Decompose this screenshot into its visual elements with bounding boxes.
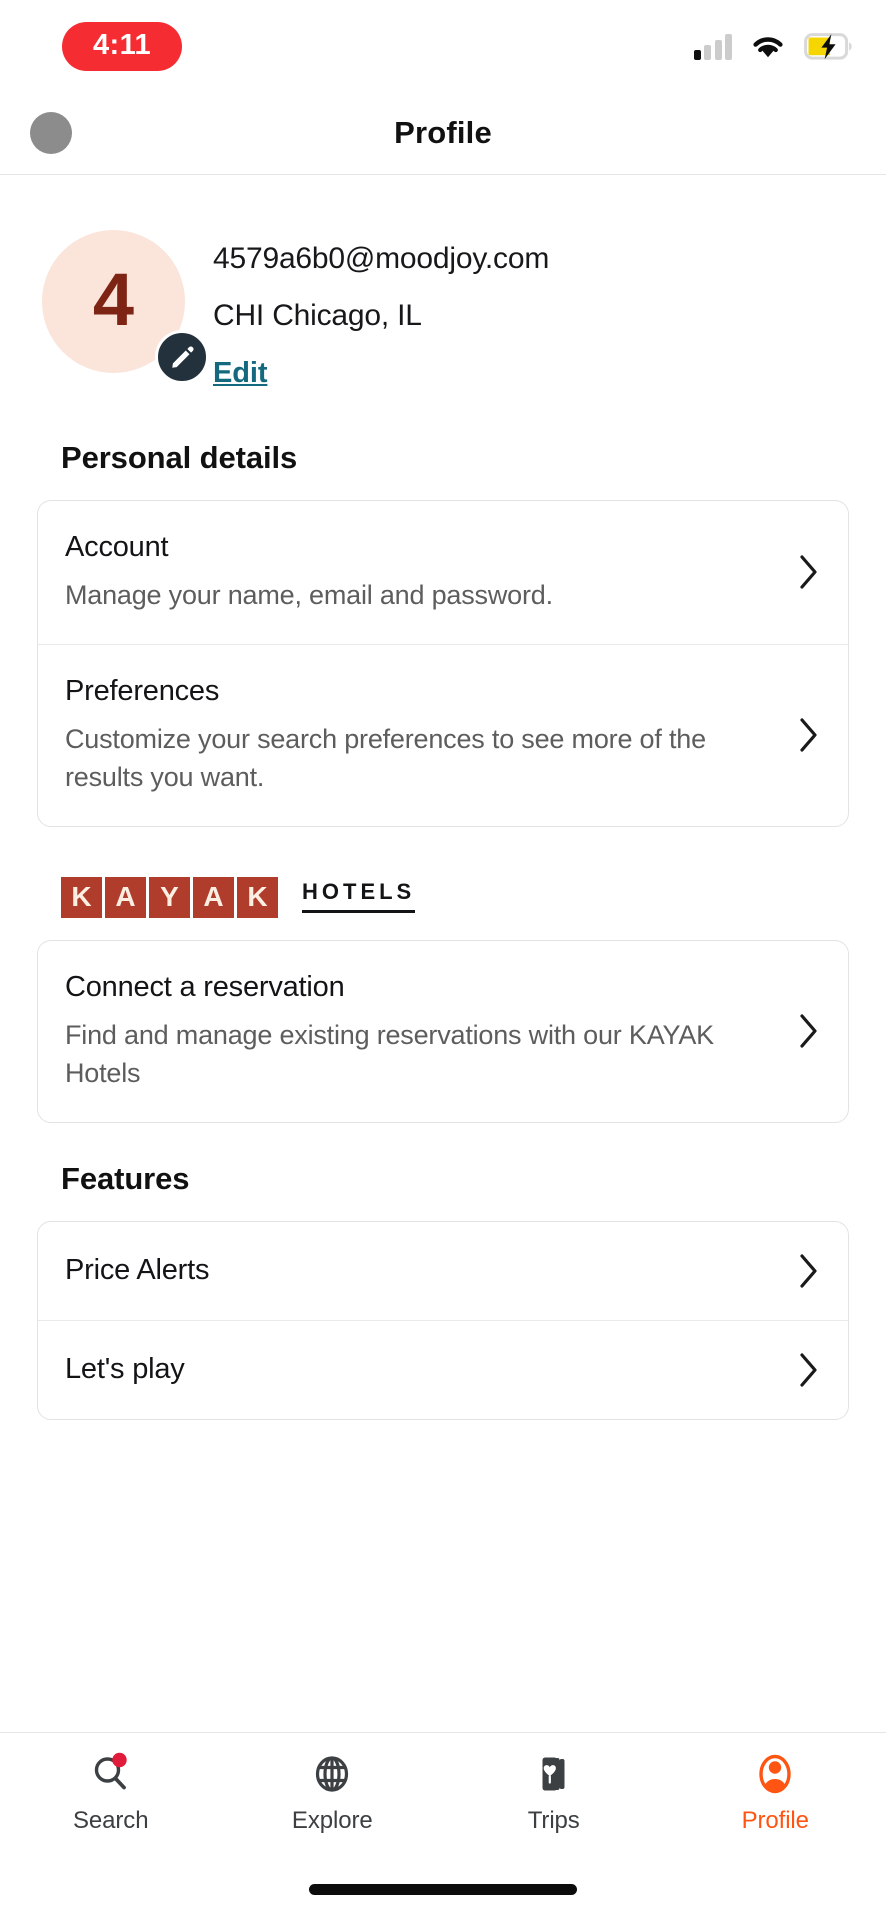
- kayak-tile: A: [193, 876, 234, 918]
- profile-summary: 4 4579a6b0@moodjoy.com CHI Chicago, IL E…: [37, 175, 849, 402]
- tab-trips[interactable]: Trips: [443, 1750, 665, 1835]
- home-indicator-area: [0, 1858, 886, 1920]
- row-subtitle: Find and manage existing reservations wi…: [65, 1020, 714, 1089]
- kayak-tile: K: [61, 876, 102, 918]
- row-text: Price Alerts: [65, 1253, 796, 1288]
- tab-label: Trips: [527, 1807, 580, 1834]
- row-title: Price Alerts: [65, 1254, 210, 1287]
- chevron-right-icon: [796, 1011, 822, 1051]
- avatar-initial: 4: [92, 257, 135, 341]
- pencil-icon: [171, 345, 194, 368]
- search-icon: [89, 1750, 133, 1798]
- battery-charging-icon: [804, 32, 852, 60]
- row-subtitle: Manage your name, email and password.: [65, 580, 553, 611]
- personal-details-card: Account Manage your name, email and pass…: [37, 500, 849, 827]
- kayak-tile: Y: [149, 876, 190, 918]
- row-text: Let's play: [65, 1352, 796, 1387]
- row-account[interactable]: Account Manage your name, email and pass…: [38, 501, 848, 644]
- chevron-right-icon: [796, 1251, 822, 1291]
- tab-search[interactable]: Search: [0, 1750, 222, 1835]
- profile-email: 4579a6b0@moodjoy.com: [213, 242, 550, 275]
- wifi-icon: [753, 37, 783, 58]
- scroll-content: 4 4579a6b0@moodjoy.com CHI Chicago, IL E…: [0, 175, 886, 1732]
- kayak-tile: A: [105, 876, 146, 918]
- chevron-right-icon: [796, 715, 822, 755]
- bottom-tab-bar: Search Explore Trips Profile: [0, 1732, 886, 1858]
- row-preferences[interactable]: Preferences Customize your search prefer…: [38, 643, 848, 826]
- edit-profile-link[interactable]: Edit: [213, 357, 267, 390]
- profile-location: CHI Chicago, IL: [213, 299, 422, 332]
- tab-label: Profile: [741, 1807, 809, 1834]
- kayak-hotels-card: Connect a reservation Find and manage ex…: [37, 939, 849, 1123]
- nav-header: Profile: [0, 92, 886, 175]
- row-lets-play[interactable]: Let's play: [38, 1319, 848, 1419]
- home-indicator[interactable]: [309, 1883, 577, 1895]
- kayak-hotels-logo: K A Y A K HOTELS: [61, 876, 849, 918]
- features-card: Price Alerts Let's play: [37, 1220, 849, 1420]
- row-subtitle: Customize your search preferences to see…: [65, 724, 706, 793]
- row-price-alerts[interactable]: Price Alerts: [38, 1222, 848, 1320]
- row-connect-reservation[interactable]: Connect a reservation Find and manage ex…: [38, 941, 848, 1122]
- kayak-hotels-wordmark: HOTELS: [302, 881, 416, 914]
- kayak-logo-tiles: K A Y A K: [61, 876, 278, 918]
- profile-meta: 4579a6b0@moodjoy.com CHI Chicago, IL Edi…: [213, 230, 549, 390]
- tab-explore[interactable]: Explore: [222, 1750, 444, 1835]
- row-text: Account Manage your name, email and pass…: [65, 530, 796, 615]
- cellular-signal-icon: [693, 33, 732, 60]
- profile-avatar-wrap: 4: [37, 230, 213, 384]
- globe-icon: [310, 1750, 354, 1798]
- personal-details-heading: Personal details: [61, 440, 298, 475]
- edit-avatar-button[interactable]: [155, 330, 209, 384]
- tab-profile[interactable]: Profile: [665, 1750, 886, 1835]
- row-text: Preferences Customize your search prefer…: [65, 674, 796, 797]
- chevron-right-icon: [796, 552, 822, 592]
- row-title: Preferences: [65, 674, 220, 707]
- features-heading: Features: [61, 1160, 190, 1196]
- kayak-tile: K: [237, 876, 278, 918]
- status-time: 4:11: [62, 21, 183, 71]
- status-indicators: [693, 32, 853, 60]
- tab-label: Search: [73, 1807, 149, 1834]
- row-title: Account: [65, 531, 169, 563]
- cards-heart-icon: [532, 1750, 576, 1798]
- row-title: Connect a reservation: [65, 970, 345, 1003]
- chevron-right-icon: [796, 1350, 822, 1390]
- status-bar: 4:11: [0, 0, 886, 92]
- page-title: Profile: [394, 115, 492, 150]
- tab-label: Explore: [291, 1807, 373, 1834]
- person-icon: [753, 1750, 797, 1798]
- avatar[interactable]: [30, 112, 72, 154]
- row-title: Let's play: [65, 1353, 185, 1386]
- profile-screen: 4:11 Profile 4 4579a6b0@moodjoy.com CHI …: [0, 0, 886, 1920]
- row-text: Connect a reservation Find and manage ex…: [65, 970, 796, 1093]
